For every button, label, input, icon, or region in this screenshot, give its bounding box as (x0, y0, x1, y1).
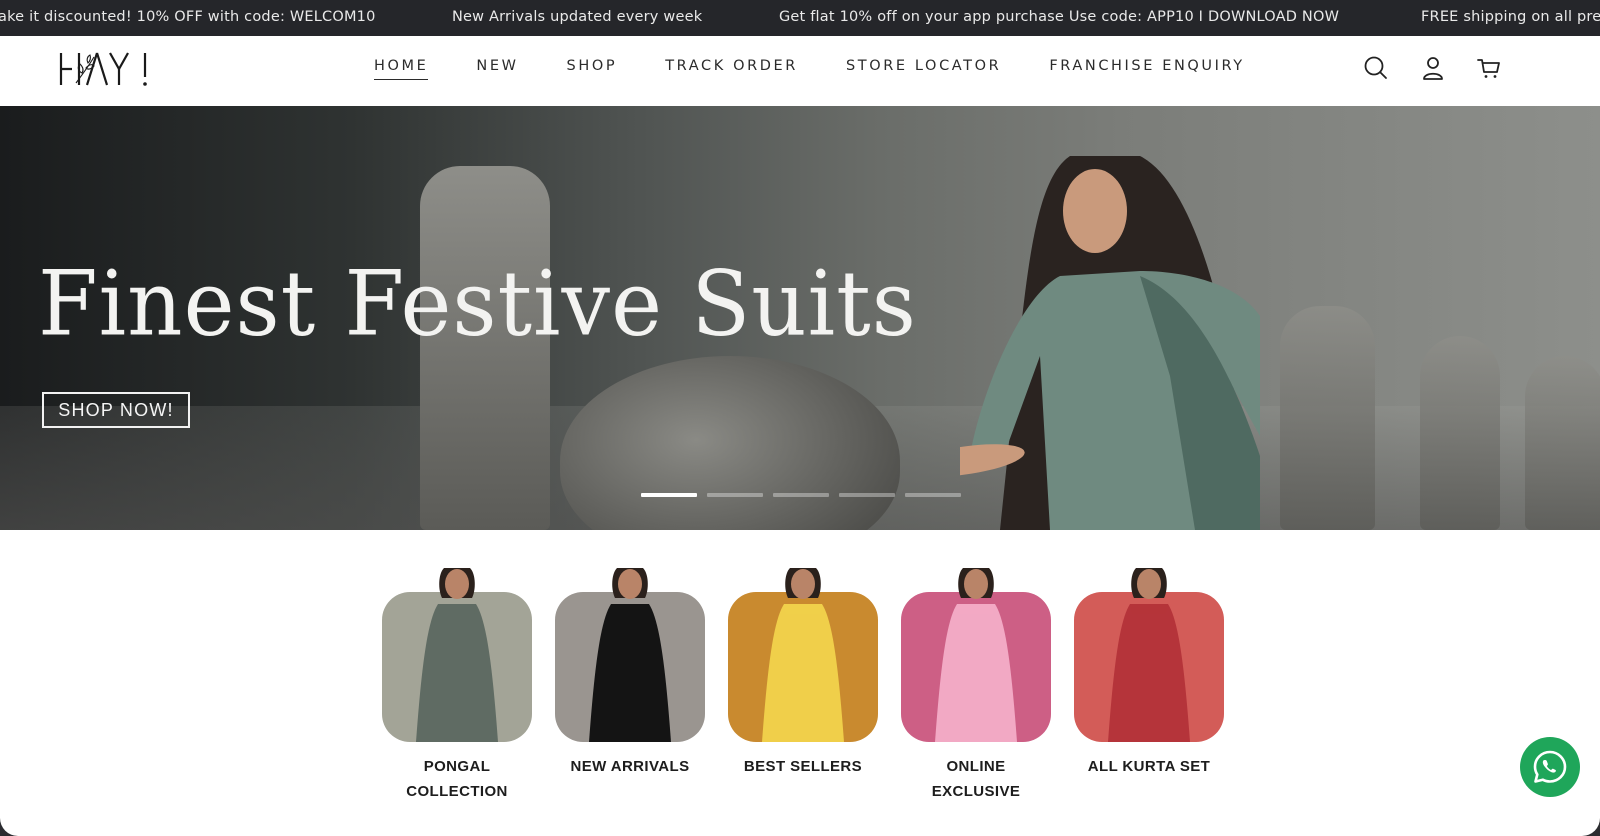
logo-wordmark (59, 52, 147, 86)
category-card[interactable]: PONGAL COLLECTION (382, 568, 532, 804)
category-label[interactable]: PONGAL COLLECTION (382, 754, 532, 804)
hero-title: Finest Festive Suits (38, 251, 917, 357)
search-icon[interactable] (1363, 55, 1389, 81)
announcement-item[interactable]: Get flat 10% off on your app purchase Us… (779, 9, 1339, 25)
announcement-item[interactable]: FREE shipping on all pre (1421, 9, 1600, 25)
whatsapp-icon[interactable] (1520, 737, 1580, 797)
hero-background-pillar (1420, 336, 1500, 530)
nav-store-locator[interactable]: STORE LOCATOR (846, 58, 1001, 80)
category-label[interactable]: NEW ARRIVALS (555, 754, 705, 779)
category-card[interactable]: ONLINE EXCLUSIVE (901, 568, 1051, 804)
hero-model-image (960, 156, 1260, 530)
announcement-item[interactable]: New Arrivals updated every week (452, 9, 702, 25)
category-image[interactable] (901, 568, 1051, 742)
site-header: HOME NEW SHOP TRACK ORDER STORE LOCATOR … (0, 36, 1600, 106)
category-model-image (935, 568, 1017, 742)
hero-background-pillar (1525, 356, 1600, 530)
slider-dot[interactable] (773, 493, 829, 497)
announcement-bar: ake it discounted! 10% OFF with code: WE… (0, 0, 1600, 36)
nav-shop[interactable]: SHOP (567, 58, 618, 80)
category-card[interactable]: NEW ARRIVALS (555, 568, 705, 804)
slider-dot[interactable] (707, 493, 763, 497)
hero-stone-sculpture (560, 356, 900, 530)
slider-pagination (641, 493, 971, 497)
slider-dot[interactable] (641, 493, 697, 497)
page: HOME NEW SHOP TRACK ORDER STORE LOCATOR … (0, 36, 1600, 836)
nav-new[interactable]: NEW (476, 58, 518, 80)
cart-icon[interactable] (1476, 55, 1502, 81)
category-model-image (589, 568, 671, 742)
shop-now-button[interactable]: SHOP NOW! (42, 392, 190, 428)
category-list: PONGAL COLLECTION NEW ARRIVALS BEST SELLER… (382, 568, 1247, 804)
category-card[interactable]: BEST SELLERS (728, 568, 878, 804)
slider-dot[interactable] (839, 493, 895, 497)
category-image[interactable] (382, 568, 532, 742)
category-model-image (762, 568, 844, 742)
hero-banner[interactable]: Finest Festive Suits SHOP NOW! (0, 106, 1600, 530)
category-label[interactable]: ONLINE EXCLUSIVE (901, 754, 1051, 804)
nav-track-order[interactable]: TRACK ORDER (665, 58, 798, 80)
slider-dot[interactable] (905, 493, 961, 497)
announcement-item[interactable]: ake it discounted! 10% OFF with code: WE… (0, 9, 376, 25)
category-image[interactable] (728, 568, 878, 742)
brand-logo[interactable] (58, 49, 154, 89)
account-icon[interactable] (1420, 55, 1446, 81)
main-nav: HOME NEW SHOP TRACK ORDER STORE LOCATOR … (374, 58, 1293, 80)
category-label[interactable]: ALL KURTA SET (1074, 754, 1224, 779)
category-image[interactable] (1074, 568, 1224, 742)
category-card[interactable]: ALL KURTA SET (1074, 568, 1224, 804)
nav-franchise-enquiry[interactable]: FRANCHISE ENQUIRY (1049, 58, 1244, 80)
category-label[interactable]: BEST SELLERS (728, 754, 878, 779)
category-model-image (416, 568, 498, 742)
next-section-peek (330, 832, 1270, 836)
hero-background-pillar (1280, 306, 1375, 530)
nav-home[interactable]: HOME (374, 58, 429, 80)
category-model-image (1108, 568, 1190, 742)
category-image[interactable] (555, 568, 705, 742)
